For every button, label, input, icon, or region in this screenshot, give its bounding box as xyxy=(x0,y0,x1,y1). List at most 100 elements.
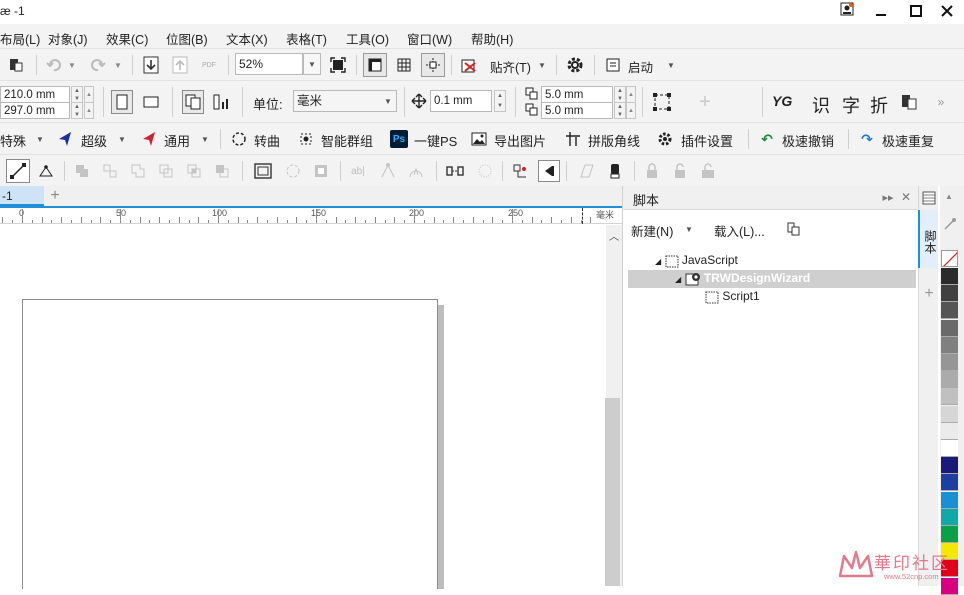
lock-object-icon[interactable] xyxy=(642,161,662,181)
node-edit-icon[interactable] xyxy=(378,161,398,181)
text-fit-path-icon[interactable]: ab| xyxy=(348,161,368,181)
show-rulers-icon[interactable] xyxy=(363,53,387,77)
redo-icon[interactable] xyxy=(88,55,108,75)
duplicate-x-up-icon[interactable]: ▲ xyxy=(626,86,636,103)
palette-swatch[interactable] xyxy=(941,440,958,457)
treat-as-filled-icon[interactable] xyxy=(650,90,674,114)
menu-tools[interactable]: 工具(O) xyxy=(346,29,389,48)
launch-icon[interactable] xyxy=(603,54,623,76)
show-grid-icon[interactable] xyxy=(393,54,415,76)
landscape-orientation-icon[interactable] xyxy=(140,90,162,114)
weld-icon[interactable] xyxy=(128,161,148,181)
yg-plugin-button[interactable]: YG xyxy=(772,93,792,109)
menu-help[interactable]: 帮助(H) xyxy=(471,29,513,48)
blend-icon[interactable] xyxy=(474,161,496,181)
undo-icon[interactable] xyxy=(44,55,64,75)
palette-scroll-up-icon[interactable]: ▲ xyxy=(942,190,956,202)
menu-effects[interactable]: 效果(C) xyxy=(106,29,148,48)
current-page-icon[interactable] xyxy=(211,90,233,114)
horizontal-ruler[interactable]: 0 50 100 150 200 250 毫米 xyxy=(0,206,622,224)
palette-swatch[interactable] xyxy=(941,388,958,406)
full-screen-preview-icon[interactable] xyxy=(327,54,349,76)
fold-plugin-button[interactable]: 折 xyxy=(870,92,888,118)
palette-swatch[interactable] xyxy=(941,354,958,371)
duplicate-y-up-icon[interactable]: ▲ xyxy=(626,102,636,119)
drawing-canvas[interactable] xyxy=(0,225,606,589)
toolbar-overflow-icon[interactable]: » xyxy=(934,93,948,111)
snap-to-label[interactable]: 贴齐(T) xyxy=(490,57,531,76)
special-menu[interactable]: 特殊 xyxy=(0,131,26,150)
launch-label[interactable]: 启动 xyxy=(628,57,653,76)
recognize-plugin-button[interactable]: 识 xyxy=(812,92,830,118)
menu-text[interactable]: 文本(X) xyxy=(226,29,268,48)
page-height-field[interactable]: 297.0 mm xyxy=(0,102,70,119)
eraser-icon[interactable] xyxy=(604,161,626,181)
super-dropdown-icon[interactable]: ▼ xyxy=(116,130,128,148)
line-tool-icon[interactable] xyxy=(6,159,30,183)
redo-dropdown-icon[interactable]: ▼ xyxy=(112,55,124,75)
no-color-swatch[interactable] xyxy=(941,250,958,267)
menu-object[interactable]: 对象(J) xyxy=(48,29,88,48)
snap-to-icon[interactable] xyxy=(458,54,480,76)
new-script-button[interactable]: 新建(N) xyxy=(631,221,673,240)
play-forward-icon[interactable] xyxy=(538,160,560,182)
nudge-distance-field[interactable]: 0.1 mm xyxy=(430,90,492,112)
maximize-button[interactable] xyxy=(905,2,927,22)
all-pages-icon[interactable] xyxy=(182,90,204,114)
duplicate-x-spinner[interactable]: ▲ ▼ xyxy=(614,86,626,103)
document-tab[interactable]: -1 xyxy=(0,186,44,206)
special-dropdown-icon[interactable]: ▼ xyxy=(34,130,46,148)
nudge-distance-spinner[interactable]: ▲ ▼ xyxy=(494,90,506,112)
palette-swatch[interactable] xyxy=(941,457,958,475)
vertical-scroll-thumb[interactable] xyxy=(605,398,620,586)
fast-repeat-button[interactable]: 极速重复 xyxy=(882,131,934,150)
eyedropper-icon[interactable] xyxy=(942,216,958,232)
perspective-icon[interactable] xyxy=(576,161,598,181)
add-preset-icon[interactable]: + xyxy=(694,90,716,114)
palette-swatch[interactable] xyxy=(941,526,958,543)
new-document-tab-icon[interactable]: + xyxy=(44,187,66,205)
combine-icon[interactable] xyxy=(72,161,92,181)
add-docker-icon[interactable]: + xyxy=(921,285,937,302)
envelope-icon[interactable] xyxy=(310,161,332,181)
docker-collapse-icon[interactable]: ▸▸ xyxy=(881,190,895,204)
script-manager-icon[interactable] xyxy=(785,220,803,238)
tree-item-script1[interactable]: Script1 xyxy=(705,289,760,307)
snap-dropdown-icon[interactable]: ▼ xyxy=(536,55,548,75)
load-script-button[interactable]: 载入(L)... xyxy=(714,221,765,240)
break-apart-icon[interactable] xyxy=(100,161,120,181)
intersect-icon[interactable] xyxy=(184,161,204,181)
duplicate-x-field[interactable]: 5.0 mm xyxy=(541,86,613,103)
tree-item-trwdesignwizard[interactable]: ◢ TRWDesignWizard xyxy=(675,271,810,289)
undo-dropdown-icon[interactable]: ▼ xyxy=(66,55,78,75)
show-guidelines-icon[interactable] xyxy=(421,53,445,77)
tree-item-javascript[interactable]: ◢ JavaScript xyxy=(655,253,738,271)
palette-swatch[interactable] xyxy=(941,508,958,526)
contour-icon[interactable] xyxy=(282,161,304,181)
docker-dock-icon[interactable] xyxy=(921,190,937,206)
document-page[interactable] xyxy=(22,299,438,589)
palette-swatch[interactable] xyxy=(941,474,958,492)
paste-icon[interactable] xyxy=(6,55,26,75)
palette-swatch[interactable] xyxy=(941,302,958,320)
general-menu[interactable]: 通用 xyxy=(164,131,190,150)
menu-layout[interactable]: 布局(L) xyxy=(0,29,40,48)
paste-special-icon[interactable] xyxy=(898,91,920,113)
crop-marks-button[interactable]: 拼版角线 xyxy=(588,131,640,150)
import-icon[interactable] xyxy=(141,54,161,76)
duplicate-y-field[interactable]: 5.0 mm xyxy=(541,102,613,119)
portrait-orientation-icon[interactable] xyxy=(111,90,133,114)
convert-to-curves-button[interactable]: 转曲 xyxy=(254,131,280,150)
page-width-field[interactable]: 210.0 mm xyxy=(0,86,70,103)
close-button[interactable] xyxy=(936,2,958,22)
launch-dropdown-icon[interactable]: ▼ xyxy=(665,55,677,75)
general-dropdown-icon[interactable]: ▼ xyxy=(199,130,211,148)
path-text-icon[interactable] xyxy=(406,161,426,181)
palette-swatch[interactable] xyxy=(941,405,958,423)
publish-pdf-icon[interactable]: PDF xyxy=(198,54,220,76)
page-height-up-icon[interactable]: ▲ xyxy=(84,102,94,119)
smart-group-button[interactable]: 智能群组 xyxy=(321,131,373,150)
palette-swatch[interactable] xyxy=(941,268,958,285)
font-plugin-button[interactable]: 字 xyxy=(842,92,860,118)
menu-window[interactable]: 窗口(W) xyxy=(407,29,452,48)
